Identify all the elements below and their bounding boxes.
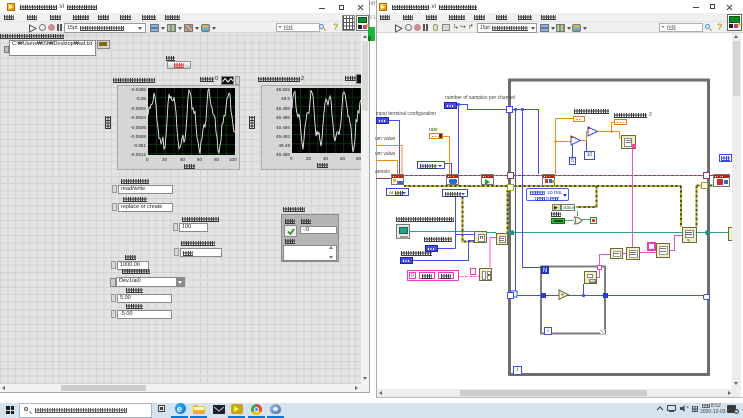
- svg-text:+: +: [561, 293, 565, 299]
